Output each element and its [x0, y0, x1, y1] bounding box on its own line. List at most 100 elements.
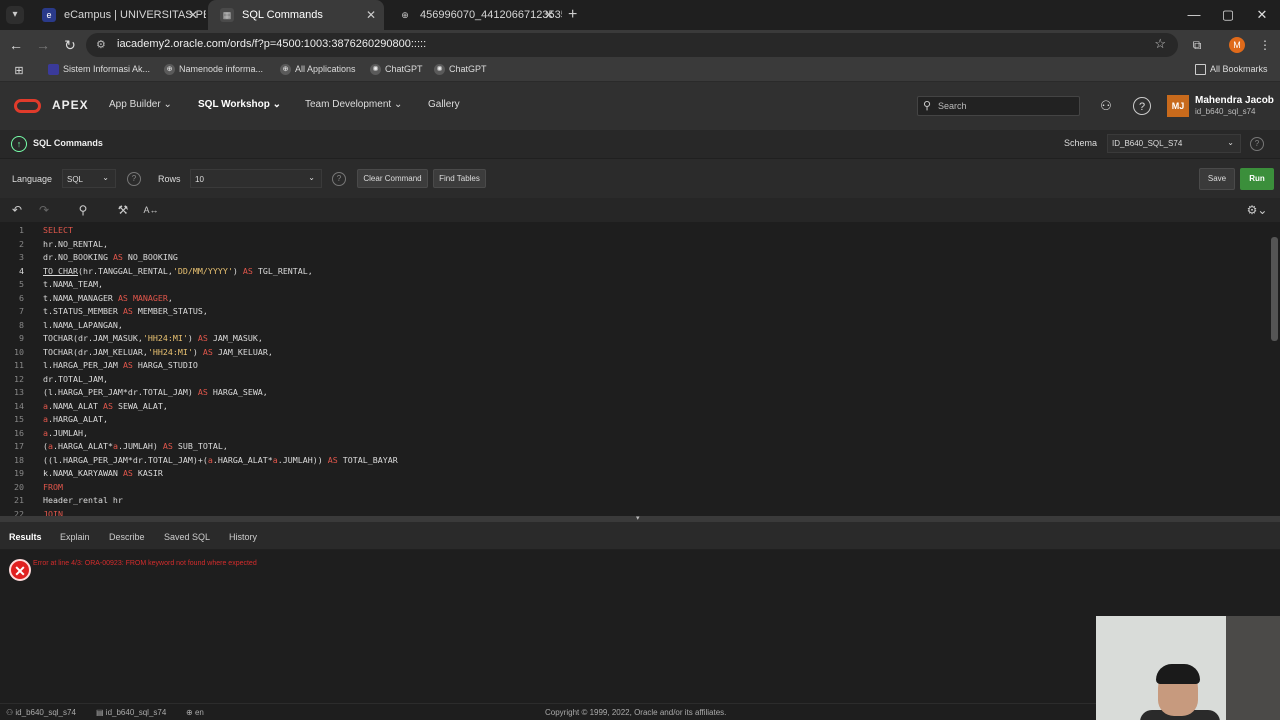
code-line[interactable]: 10 TOCHAR(dr.JAM_KELUAR,'HH24:MI') AS JAM…: [0, 346, 1266, 360]
nav-gallery[interactable]: Gallery: [428, 99, 460, 110]
code-line[interactable]: 21 Header_rental hr: [0, 494, 1266, 508]
editor-scrollbar[interactable]: [1271, 237, 1278, 341]
code-token: t.NAMA_MANAGER: [43, 292, 118, 303]
code-line[interactable]: 8 l.NAMA_LAPANGAN,: [0, 319, 1266, 333]
window-close-icon[interactable]: ✕: [1245, 0, 1279, 30]
help-icon[interactable]: ?: [332, 172, 346, 186]
code-line[interactable]: 16 a.JUMLAH,: [0, 427, 1266, 441]
close-icon[interactable]: ✕: [544, 0, 554, 30]
page-title-bar: ↑ SQL Commands Schema ID_B640_SQL_S74 ⌄ …: [0, 130, 1280, 158]
schema-select[interactable]: ID_B640_SQL_S74 ⌄: [1107, 134, 1241, 153]
page-title: SQL Commands: [33, 138, 103, 148]
find-tables-button[interactable]: Find Tables: [433, 169, 486, 188]
code-token: l.HARGA_PER_JAM: [43, 360, 123, 370]
language-select[interactable]: SQL ⌄: [62, 169, 116, 188]
bookmark-star-icon[interactable]: ☆: [1154, 36, 1166, 52]
close-icon[interactable]: ✕: [188, 0, 198, 30]
bookmark-item[interactable]: ✺ ChatGPT: [370, 64, 423, 75]
bookmark-item[interactable]: Sistem Informasi Ak...: [48, 64, 150, 75]
code-token: AS: [122, 306, 133, 316]
tab-ecampus[interactable]: e eCampus | UNIVERSITAS PELITA ✕: [30, 0, 206, 30]
tab-describe[interactable]: Describe: [109, 532, 145, 542]
extensions-icon[interactable]: ⧉: [1188, 36, 1206, 54]
code-line[interactable]: 12 dr.TOTAL_JAM,: [0, 373, 1266, 387]
user-avatar[interactable]: MJ: [1167, 95, 1189, 117]
rows-select[interactable]: 10 ⌄: [190, 169, 322, 188]
clear-command-button[interactable]: Clear Command: [357, 169, 428, 188]
line-number: 11: [14, 360, 24, 370]
oracle-logo-icon[interactable]: [14, 99, 41, 113]
tab-results[interactable]: Results: [9, 532, 42, 542]
tab-image[interactable]: ⊕ 456996070_441206671235350... ✕: [386, 0, 562, 30]
code-line[interactable]: 11 l.HARGA_PER_JAM AS HARGA_STUDIO: [0, 359, 1266, 373]
format-wand-icon[interactable]: ⚒: [114, 201, 132, 219]
all-bookmarks[interactable]: All Bookmarks: [1195, 64, 1268, 75]
reload-icon[interactable]: ↻: [60, 35, 80, 55]
sql-commands-icon: ↑: [11, 136, 27, 152]
redo-icon[interactable]: ↷: [35, 201, 53, 219]
minimize-icon[interactable]: —: [1177, 0, 1211, 30]
search-icon[interactable]: ⚲: [74, 201, 92, 219]
code-line[interactable]: 6 t.NAMA_MANAGER AS MANAGER,: [0, 292, 1266, 306]
search-input[interactable]: ⚲ Search: [917, 96, 1080, 116]
tab-search-icon[interactable]: ▾: [6, 6, 24, 24]
code-line[interactable]: 4 TO_CHAR(hr.TANGGAL_RENTAL,'DD/MM/YYYY')…: [0, 265, 1266, 279]
nav-app-builder[interactable]: App Builder ⌄: [109, 99, 172, 110]
chatgpt-icon: ✺: [370, 64, 381, 75]
sql-editor[interactable]: 1 SELECT 2 hr.NO_RENTAL, 3 dr.NO_BOOKING AS N…: [0, 222, 1280, 516]
url-field[interactable]: ⚙ iacademy2.oracle.com/ords/f?p=4500:100…: [86, 33, 1178, 57]
browser-menu-icon[interactable]: ⋮: [1256, 36, 1274, 54]
save-button[interactable]: Save: [1199, 168, 1235, 190]
back-icon[interactable]: ←: [6, 35, 26, 55]
code-text: FROM: [43, 481, 63, 495]
command-toolbar: Language SQL ⌄ ? Rows 10 ⌄ ? Clear Comma…: [0, 158, 1280, 198]
tab-history[interactable]: History: [229, 532, 257, 542]
nav-team-development[interactable]: Team Development ⌄: [305, 99, 402, 110]
code-line[interactable]: 7 t.STATUS_MEMBER AS MEMBER_STATUS,: [0, 305, 1266, 319]
bookmark-item[interactable]: ⊕ All Applications: [280, 64, 356, 75]
tab-explain[interactable]: Explain: [60, 532, 90, 542]
autocomplete-icon[interactable]: A↔: [142, 201, 160, 219]
bookmark-item[interactable]: ⊕ Namenode informa...: [164, 64, 263, 75]
code-line[interactable]: 9 TOCHAR(dr.JAM_MASUK,'HH24:MI') AS JAM_M…: [0, 332, 1266, 346]
tab-sql-commands[interactable]: ▦ SQL Commands ✕: [208, 0, 384, 30]
code-line[interactable]: 3 dr.NO_BOOKING AS NO_BOOKING: [0, 251, 1266, 265]
code-line[interactable]: 17 (a.HARGA_ALAT*a.JUMLAH) AS SUB_TOTAL,: [0, 440, 1266, 454]
admin-user-icon[interactable]: ⚇: [1097, 97, 1115, 115]
code-line[interactable]: 19 k.NAMA_KARYAWAN AS KASIR: [0, 467, 1266, 481]
code-text: l.HARGA_PER_JAM AS HARGA_STUDIO: [43, 359, 198, 373]
help-icon[interactable]: ?: [1250, 137, 1264, 151]
user-name[interactable]: Mahendra Jacob: [1195, 95, 1274, 106]
line-number: 17: [14, 441, 24, 451]
code-line[interactable]: 5 t.NAMA_TEAM,: [0, 278, 1266, 292]
run-button[interactable]: Run: [1240, 168, 1274, 190]
code-token: .NAMA_ALAT: [48, 400, 103, 411]
help-icon[interactable]: ?: [1133, 97, 1151, 115]
site-info-icon[interactable]: ⚙: [96, 38, 106, 51]
help-icon[interactable]: ?: [127, 172, 141, 186]
tab-saved-sql[interactable]: Saved SQL: [164, 532, 210, 542]
bookmark-item[interactable]: ✺ ChatGPT: [434, 64, 487, 75]
new-tab-icon[interactable]: +: [568, 6, 577, 24]
code-line[interactable]: 1 SELECT: [0, 224, 1266, 238]
status-language[interactable]: ⊕ en: [186, 708, 204, 717]
nav-sql-workshop[interactable]: SQL Workshop ⌄: [198, 99, 281, 110]
apex-brand[interactable]: APEX: [52, 98, 89, 112]
code-line[interactable]: 22 JOIN: [0, 508, 1266, 517]
code-line[interactable]: 13 (l.HARGA_PER_JAM*dr.TOTAL_JAM) AS HARG…: [0, 386, 1266, 400]
code-text: k.NAMA_KARYAWAN AS KASIR: [43, 467, 163, 481]
undo-icon[interactable]: ↶: [8, 201, 26, 219]
globe-icon: ⊕: [280, 64, 291, 75]
apps-grid-icon[interactable]: ⊞: [10, 62, 28, 80]
maximize-icon[interactable]: ▢: [1211, 0, 1245, 30]
close-icon[interactable]: ✕: [366, 0, 376, 30]
code-line[interactable]: 15 a.HARGA_ALAT,: [0, 413, 1266, 427]
code-line[interactable]: 14 a.NAMA_ALAT AS SEWA_ALAT,: [0, 400, 1266, 414]
settings-gear-icon[interactable]: ⚙⌄: [1244, 201, 1270, 219]
forward-icon[interactable]: →: [33, 35, 53, 55]
code-line[interactable]: 20 FROM: [0, 481, 1266, 495]
code-line[interactable]: 18 ((l.HARGA_PER_JAM*dr.TOTAL_JAM)+(a.HAR…: [0, 454, 1266, 468]
code-token: MEMBER_STATUS,: [132, 306, 208, 316]
code-line[interactable]: 2 hr.NO_RENTAL,: [0, 238, 1266, 252]
profile-avatar[interactable]: M: [1229, 37, 1245, 53]
